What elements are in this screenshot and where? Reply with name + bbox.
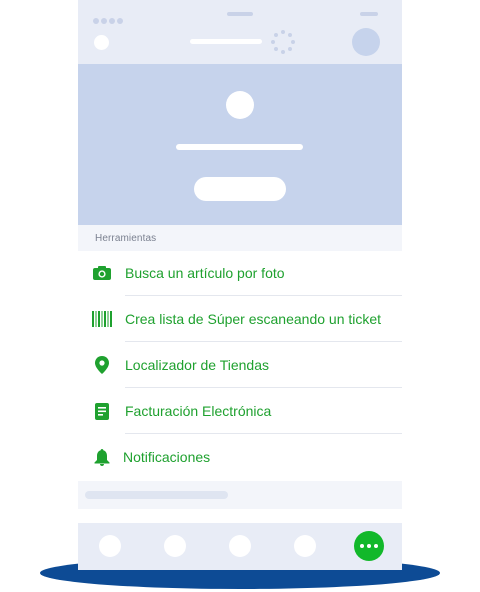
menu-item-store-locator[interactable]: Localizador de Tiendas <box>78 342 402 388</box>
tab-placeholder-icon[interactable] <box>164 535 186 557</box>
tools-section-header: Herramientas <box>78 225 402 251</box>
menu-item-scan-ticket[interactable]: Crea lista de Súper escaneando un ticket <box>78 296 402 342</box>
menu-item-label: Busca un artículo por foto <box>125 265 285 281</box>
menu-item-label: Crea lista de Súper escaneando un ticket <box>125 311 382 327</box>
signal-icon <box>93 11 125 29</box>
nav-title-placeholder <box>190 39 262 44</box>
footer-text-placeholder <box>85 491 228 499</box>
status-bar-center <box>227 12 253 16</box>
profile-header <box>78 64 402 225</box>
tab-placeholder-icon[interactable] <box>229 535 251 557</box>
loading-spinner-icon <box>271 30 295 54</box>
profile-action-button[interactable] <box>194 177 286 201</box>
tab-placeholder-icon[interactable] <box>99 535 121 557</box>
tools-menu: Busca un artículo por foto Crea lista de… <box>78 250 402 480</box>
top-bar <box>78 0 402 64</box>
menu-item-label: Facturación Electrónica <box>125 403 272 419</box>
profile-name-placeholder <box>176 144 303 150</box>
section-title: Herramientas <box>95 233 157 244</box>
menu-item-e-invoice[interactable]: Facturación Electrónica <box>78 388 402 434</box>
document-icon <box>91 401 113 421</box>
menu-item-notifications[interactable]: Notificaciones <box>78 434 402 480</box>
phone-screen: Herramientas Busca un artículo por foto <box>78 0 402 570</box>
menu-item-label: Notificaciones <box>123 449 211 465</box>
more-icon[interactable] <box>354 531 384 561</box>
battery-icon <box>360 12 378 16</box>
menu-item-label: Localizador de Tiendas <box>125 357 269 373</box>
profile-avatar <box>226 91 254 119</box>
bell-icon <box>91 447 113 467</box>
barcode-icon <box>91 309 113 329</box>
map-pin-icon <box>91 355 113 375</box>
avatar[interactable] <box>352 28 380 56</box>
camera-icon <box>91 263 113 283</box>
stage: Herramientas Busca un artículo por foto <box>0 0 480 592</box>
menu-item-photo-search[interactable]: Busca un artículo por foto <box>78 250 402 296</box>
tab-bar <box>78 523 402 570</box>
nav-back-button[interactable] <box>94 35 109 50</box>
tab-placeholder-icon[interactable] <box>294 535 316 557</box>
footer-section <box>78 481 402 509</box>
